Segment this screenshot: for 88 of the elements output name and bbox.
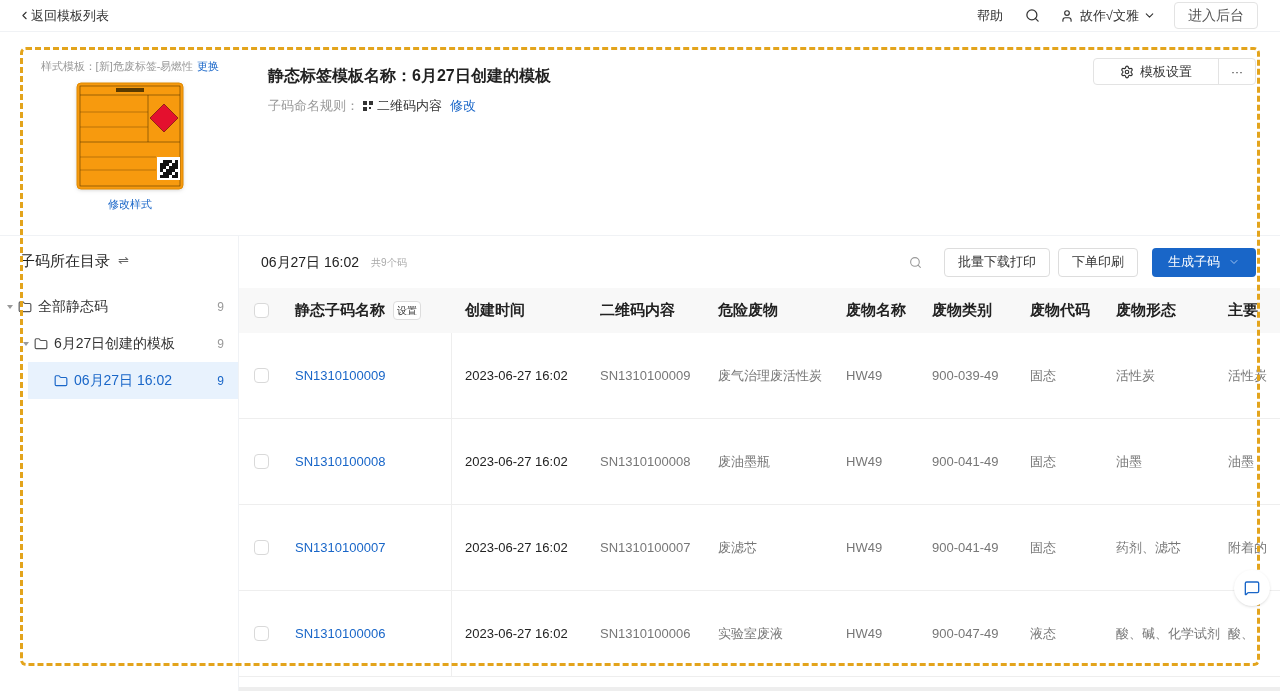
- table-cell-text: SN1310100007: [600, 538, 691, 557]
- tree-label: 06月27日 16:02: [74, 371, 174, 390]
- user-name[interactable]: 故作√文雅: [1079, 5, 1139, 26]
- column-header: 二维码内容: [600, 300, 675, 321]
- table-cell-text: SN1310100009: [600, 366, 691, 385]
- qr-code-icon: [363, 100, 373, 111]
- caret-icon[interactable]: [6, 302, 14, 311]
- edit-style-link[interactable]: 修改样式: [108, 195, 152, 212]
- tree-item[interactable]: 6月27日创建的模板 9: [0, 325, 238, 362]
- table-cell-text: 液态: [1030, 624, 1056, 643]
- column-header: 废物形态: [1116, 300, 1176, 321]
- checkbox[interactable]: [254, 303, 269, 318]
- search-icon[interactable]: [1024, 8, 1040, 23]
- code-count: 共9个码: [371, 255, 407, 270]
- folder-icon: [18, 299, 32, 314]
- table-cell-text: 废滤芯: [718, 538, 757, 557]
- table-cell-text: HW49: [846, 452, 883, 471]
- table-cell-text: 900-041-49: [932, 452, 999, 471]
- table-cell-text: 活性炭: [1116, 366, 1155, 385]
- template-title: 静态标签模板名称：6月27日创建的模板: [268, 66, 552, 86]
- toolbar-button[interactable]: 下单印刷: [1058, 247, 1138, 277]
- table-cell-text: 废油墨瓶: [718, 452, 770, 471]
- chat-button[interactable]: [1234, 570, 1270, 606]
- table-cell-text: 酸、碱、化学试剂: [1116, 624, 1220, 643]
- checkbox[interactable]: [254, 368, 269, 383]
- column-header: 静态子码名称: [295, 300, 385, 321]
- table-cell-text: 2023-06-27 16:02: [465, 538, 568, 557]
- change-link[interactable]: 更换: [197, 58, 220, 75]
- toolbar-button[interactable]: 批量下载打印: [944, 247, 1050, 277]
- table-cell-text: 900-047-49: [932, 624, 999, 643]
- table-cell-text: 实验室废液: [718, 624, 783, 643]
- column-header: 主要: [1228, 300, 1258, 321]
- table-cell-text: 900-039-49: [932, 366, 999, 385]
- naming-rule-value: 二维码内容: [377, 97, 442, 115]
- table-cell-text: 2023-06-27 16:02: [465, 452, 568, 471]
- generate-button[interactable]: 生成子码: [1152, 247, 1256, 277]
- help-link[interactable]: 帮助: [976, 5, 1003, 26]
- table-cell-text: 药剂、滤芯: [1116, 538, 1181, 557]
- tree-count: 9: [217, 298, 224, 316]
- checkbox[interactable]: [254, 626, 269, 641]
- settings-icon[interactable]: [1120, 64, 1134, 79]
- template-settings-button[interactable]: 模板设置: [1094, 59, 1219, 84]
- caret-icon[interactable]: [22, 339, 30, 348]
- folder-icon: [54, 373, 68, 388]
- tree-label: 全部静态码: [38, 297, 109, 316]
- code-link[interactable]: SN1310100006: [295, 623, 386, 644]
- swap-icon[interactable]: ⇌: [118, 251, 129, 271]
- column-header: 废物名称: [846, 300, 906, 321]
- checkbox[interactable]: [254, 454, 269, 469]
- column-settings-button[interactable]: 设置: [393, 301, 421, 320]
- column-header: 废物类别: [932, 300, 992, 321]
- back-link[interactable]: 返回模板列表: [18, 5, 109, 26]
- edit-link[interactable]: 修改: [450, 96, 476, 116]
- table-cell-text: SN1310100008: [600, 452, 691, 471]
- column-header: 创建时间: [465, 300, 525, 321]
- checkbox[interactable]: [254, 540, 269, 555]
- table-cell-text: 2023-06-27 16:02: [465, 624, 568, 643]
- tree-label: 6月27日创建的模板: [54, 334, 177, 353]
- table-cell-text: HW49: [846, 366, 883, 385]
- column-header: 危险废物: [718, 300, 778, 321]
- table-cell-text: 废气治理废活性炭: [718, 366, 822, 385]
- table-cell-text: 固态: [1030, 366, 1056, 385]
- table-cell-text: HW49: [846, 624, 883, 643]
- code-link[interactable]: SN1310100007: [295, 537, 386, 558]
- tree-count: 9: [217, 372, 224, 390]
- style-template-label: 样式模板：[新]危废标签-易燃性: [40, 59, 194, 74]
- admin-button[interactable]: 进入后台: [1174, 2, 1258, 29]
- table-cell-text: 2023-06-27 16:02: [465, 366, 568, 385]
- naming-rule-label: 子码命名规则：: [268, 97, 359, 115]
- table-cell-text: HW49: [846, 538, 883, 557]
- table-cell-text: 油墨: [1116, 452, 1142, 471]
- table-cell-text: 固态: [1030, 452, 1056, 471]
- code-link[interactable]: SN1310100009: [295, 365, 386, 386]
- user-icon[interactable]: [1059, 8, 1074, 23]
- tree-item[interactable]: 全部静态码 9: [0, 288, 238, 325]
- code-link[interactable]: SN1310100008: [295, 451, 386, 472]
- tree-count: 9: [217, 335, 224, 353]
- folder-icon: [34, 336, 48, 351]
- table-cell-text: 酸、: [1228, 624, 1254, 643]
- table-cell-text: 900-041-49: [932, 538, 999, 557]
- chat-icon[interactable]: [1244, 580, 1260, 596]
- table-cell-text: 油墨: [1228, 452, 1254, 471]
- column-header: 废物代码: [1030, 300, 1090, 321]
- table-cell-text: 固态: [1030, 538, 1056, 557]
- table-cell-text: SN1310100006: [600, 624, 691, 643]
- group-title: 06月27日 16:02: [261, 252, 360, 272]
- more-button[interactable]: ···: [1219, 59, 1255, 84]
- tree-item[interactable]: 06月27日 16:02 9: [28, 362, 238, 399]
